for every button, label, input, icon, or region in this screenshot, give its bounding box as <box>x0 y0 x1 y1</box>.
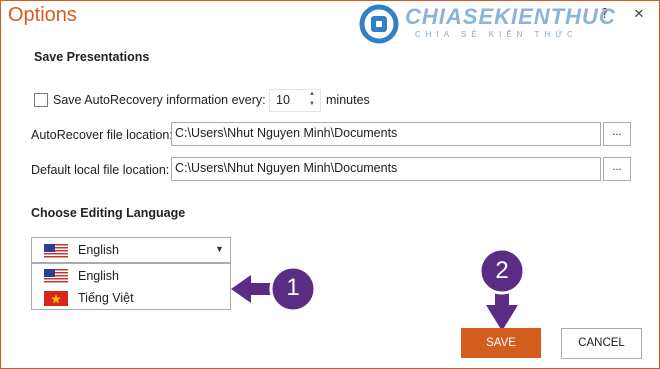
language-option-label: English <box>78 269 119 283</box>
autorecovery-label: Save AutoRecovery information every: <box>53 93 266 107</box>
autorecover-location-label: AutoRecover file location: <box>31 128 173 142</box>
chevron-down-icon[interactable]: ▼ <box>215 244 224 254</box>
spin-down-icon[interactable]: ▼ <box>309 101 315 107</box>
us-flag-icon <box>44 269 68 284</box>
autorecover-location-field[interactable]: C:\Users\Nhut Nguyen Minh\Documents <box>171 122 601 146</box>
autorecovery-checkbox[interactable] <box>34 93 48 107</box>
vietnam-flag-icon <box>44 291 68 306</box>
autorecovery-minutes-value[interactable]: 10 <box>276 93 290 107</box>
minutes-label: minutes <box>326 93 370 107</box>
language-option-vietnamese[interactable]: Tiếng Việt <box>32 287 230 309</box>
callout-step-2-number: 2 <box>495 257 509 284</box>
default-location-field[interactable]: C:\Users\Nhut Nguyen Minh\Documents <box>171 157 601 181</box>
cancel-button[interactable]: CANCEL <box>561 328 642 359</box>
default-location-label: Default local file location: <box>31 163 170 177</box>
selected-language: English <box>78 243 119 257</box>
watermark-tagline: CHIA SẺ KIẾN THỨC <box>415 30 578 39</box>
callout-step-1-number: 1 <box>286 274 300 301</box>
language-option-label: Tiếng Việt <box>78 291 134 305</box>
autorecovery-minutes-stepper[interactable]: 10 ▲ ▼ <box>269 89 321 112</box>
options-dialog: Options ? ✕ CHIASEKIENTHUC CHIA SẺ KIẾN … <box>0 0 660 369</box>
editing-language-select[interactable]: English ▼ <box>31 237 231 263</box>
save-presentations-heading: Save Presentations <box>34 50 150 64</box>
close-button[interactable]: ✕ <box>629 5 649 25</box>
watermark-brand: CHIASEKIENTHUC <box>405 4 616 29</box>
default-location-browse-button[interactable]: ... <box>603 157 631 181</box>
autorecover-browse-button[interactable]: ... <box>603 122 631 146</box>
logo-icon <box>359 4 399 44</box>
watermark-logo: CHIASEKIENTHUC CHIA SẺ KIẾN THỨC <box>359 4 615 44</box>
us-flag-icon <box>44 244 68 259</box>
spin-up-icon[interactable]: ▲ <box>309 91 315 97</box>
save-button[interactable]: SAVE <box>461 328 541 358</box>
language-option-english[interactable]: English <box>32 265 230 287</box>
language-dropdown-list: English Tiếng Việt <box>31 263 231 310</box>
window-title: Options <box>8 4 77 26</box>
editing-language-heading: Choose Editing Language <box>31 206 186 220</box>
autorecover-location-value: C:\Users\Nhut Nguyen Minh\Documents <box>175 126 398 140</box>
default-location-value: C:\Users\Nhut Nguyen Minh\Documents <box>175 161 398 175</box>
